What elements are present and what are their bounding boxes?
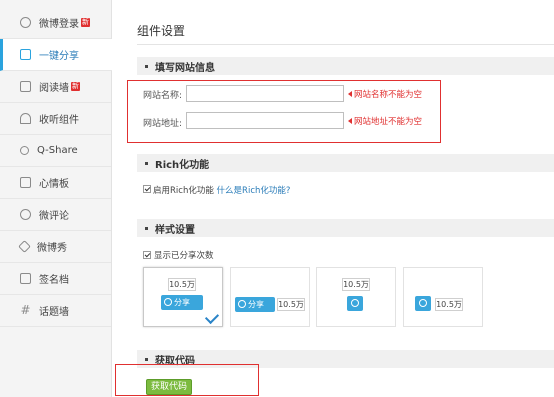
site-url-input[interactable]: [186, 112, 344, 129]
sidebar-item-label: Q-Share: [37, 145, 78, 156]
sidebar-item-weibo-login[interactable]: 微博登录新: [0, 7, 111, 39]
section-header-rich: Rich化功能: [137, 154, 554, 172]
sidebar-item-label: 话题墙: [39, 307, 69, 318]
document-icon: [20, 81, 31, 92]
share-text: 分享: [174, 298, 190, 307]
share-button-preview: [415, 296, 431, 311]
sidebar-item-label: 签名档: [39, 275, 69, 286]
show-count-checkbox[interactable]: [143, 251, 151, 259]
sidebar-item-weibo-show[interactable]: 微博秀: [0, 231, 111, 263]
new-badge: 新: [81, 18, 90, 27]
monitor-icon: [20, 177, 31, 188]
star-icon: [18, 240, 31, 253]
sidebar-item-listen-widget[interactable]: 收听组件: [0, 103, 111, 135]
sidebar-item-one-click-share[interactable]: 一键分享: [0, 39, 112, 71]
page-title: 组件设置: [137, 24, 186, 38]
rich-checkbox[interactable]: [143, 185, 151, 193]
style-option-4[interactable]: 10.5万: [403, 267, 483, 327]
site-name-label: 网站名称:: [143, 91, 183, 101]
section-title: 样式设置: [155, 224, 195, 236]
sidebar-item-label: 阅读墙: [39, 83, 69, 94]
share-count: 10.5万: [342, 278, 370, 291]
section-title: Rich化功能: [155, 159, 210, 171]
share-icon: [351, 299, 359, 307]
comment-icon: [20, 209, 31, 220]
signature-icon: [20, 273, 31, 284]
sidebar-item-topic-wall[interactable]: # 话题墙: [0, 295, 111, 327]
sidebar-item-signature[interactable]: 签名档: [0, 263, 111, 295]
site-name-input[interactable]: [186, 85, 344, 102]
sidebar-item-label: 一键分享: [39, 51, 79, 62]
bullet-icon: [145, 64, 148, 68]
user-icon: [20, 17, 31, 28]
sidebar-item-label: 微博登录: [39, 19, 79, 30]
style-option-3[interactable]: 10.5万: [316, 267, 396, 327]
sidebar: 微博登录新 一键分享 阅读墙新 收听组件 Q-Share 心情板 微评论 微博秀…: [0, 0, 112, 397]
site-url-error: 网站地址不能为空: [348, 115, 422, 127]
headphones-icon: [20, 113, 31, 124]
new-badge: 新: [71, 82, 80, 91]
site-url-label: 网站地址:: [143, 119, 183, 129]
share-icon: [164, 298, 172, 306]
share-text: 分享: [248, 300, 264, 309]
network-icon: [20, 146, 29, 155]
share-button-preview: [347, 296, 363, 311]
title-divider: [137, 44, 554, 45]
sidebar-item-micro-comment[interactable]: 微评论: [0, 199, 111, 231]
share-button-preview: 分享: [161, 295, 203, 310]
sidebar-item-mood-board[interactable]: 心情板: [0, 167, 111, 199]
get-code-button[interactable]: 获取代码: [146, 379, 192, 395]
show-count-label: 显示已分享次数: [154, 251, 214, 261]
sidebar-item-label: 收听组件: [39, 115, 79, 126]
sidebar-item-label: 微博秀: [37, 243, 67, 254]
bullet-icon: [145, 161, 148, 165]
rich-checkbox-label: 启用Rich化功能: [153, 186, 214, 196]
main-content: 组件设置 填写网站信息 网站名称: 网站名称不能为空 网站地址: 网站地址不能为…: [112, 0, 554, 397]
sidebar-item-label: 微评论: [39, 211, 69, 222]
share-count: 10.5万: [168, 278, 196, 291]
rich-checkbox-row: 启用Rich化功能 什么是Rich化功能?: [153, 184, 290, 196]
share-count: 10.5万: [435, 298, 463, 311]
sidebar-item-label: 心情板: [39, 179, 69, 190]
bullet-icon: [145, 226, 148, 230]
selected-check-icon: [204, 309, 220, 325]
share-icon: [238, 300, 246, 308]
share-count: 10.5万: [277, 298, 305, 311]
site-name-error: 网站名称不能为空: [348, 88, 422, 100]
style-option-2[interactable]: 分享 10.5万: [230, 267, 310, 327]
hash-icon: #: [20, 303, 31, 317]
section-header-style: 样式设置: [137, 219, 554, 237]
sidebar-item-reading-wall[interactable]: 阅读墙新: [0, 71, 111, 103]
section-title: 填写网站信息: [155, 62, 215, 74]
section-header-site-info: 填写网站信息: [137, 57, 554, 75]
share-icon: [20, 49, 31, 60]
bullet-icon: [145, 357, 148, 361]
share-button-preview: 分享: [235, 297, 275, 312]
style-option-1[interactable]: 10.5万 分享: [143, 267, 223, 327]
rich-help-link[interactable]: 什么是Rich化功能?: [217, 186, 291, 196]
sidebar-item-q-share[interactable]: Q-Share: [0, 135, 111, 167]
share-icon: [419, 299, 427, 307]
